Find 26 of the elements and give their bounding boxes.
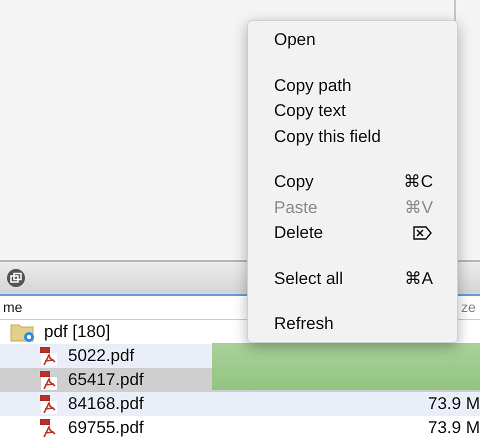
- file-name: 5022.pdf: [68, 345, 134, 368]
- menu-item[interactable]: Copy path: [248, 72, 457, 98]
- menu-item[interactable]: Open: [248, 27, 457, 52]
- menu-item[interactable]: Delete: [248, 220, 457, 246]
- menu-item[interactable]: Select all ⌘A: [248, 266, 457, 291]
- menu-item[interactable]: Copy text: [248, 98, 457, 124]
- file-size: 73.9 M: [428, 417, 480, 440]
- shortcut-label: ⌘A: [404, 268, 433, 290]
- delete-key-icon: [413, 226, 433, 240]
- file-name: 69755.pdf: [68, 417, 144, 440]
- menu-item[interactable]: Copy ⌘C: [248, 169, 457, 194]
- windows-icon[interactable]: [7, 269, 25, 287]
- menu-item[interactable]: Copy this field: [248, 124, 457, 149]
- shortcut-label: ⌘C: [404, 171, 433, 193]
- file-name: pdf [180]: [44, 321, 110, 344]
- column-header[interactable]: me: [3, 297, 22, 318]
- file-name: 84168.pdf: [68, 393, 144, 416]
- menu-item[interactable]: Refresh: [248, 311, 457, 336]
- file-size: 73.9 M: [428, 393, 480, 416]
- column-header[interactable]: ze: [461, 297, 476, 318]
- pdf-file-icon: [38, 393, 60, 415]
- file-name: 65417.pdf: [68, 369, 144, 392]
- shortcut-label: ⌘V: [404, 196, 433, 218]
- pdf-file-icon: [38, 369, 60, 391]
- pdf-file-icon: [38, 345, 60, 367]
- file-row[interactable]: 84168.pdf 73.9 M: [0, 392, 480, 416]
